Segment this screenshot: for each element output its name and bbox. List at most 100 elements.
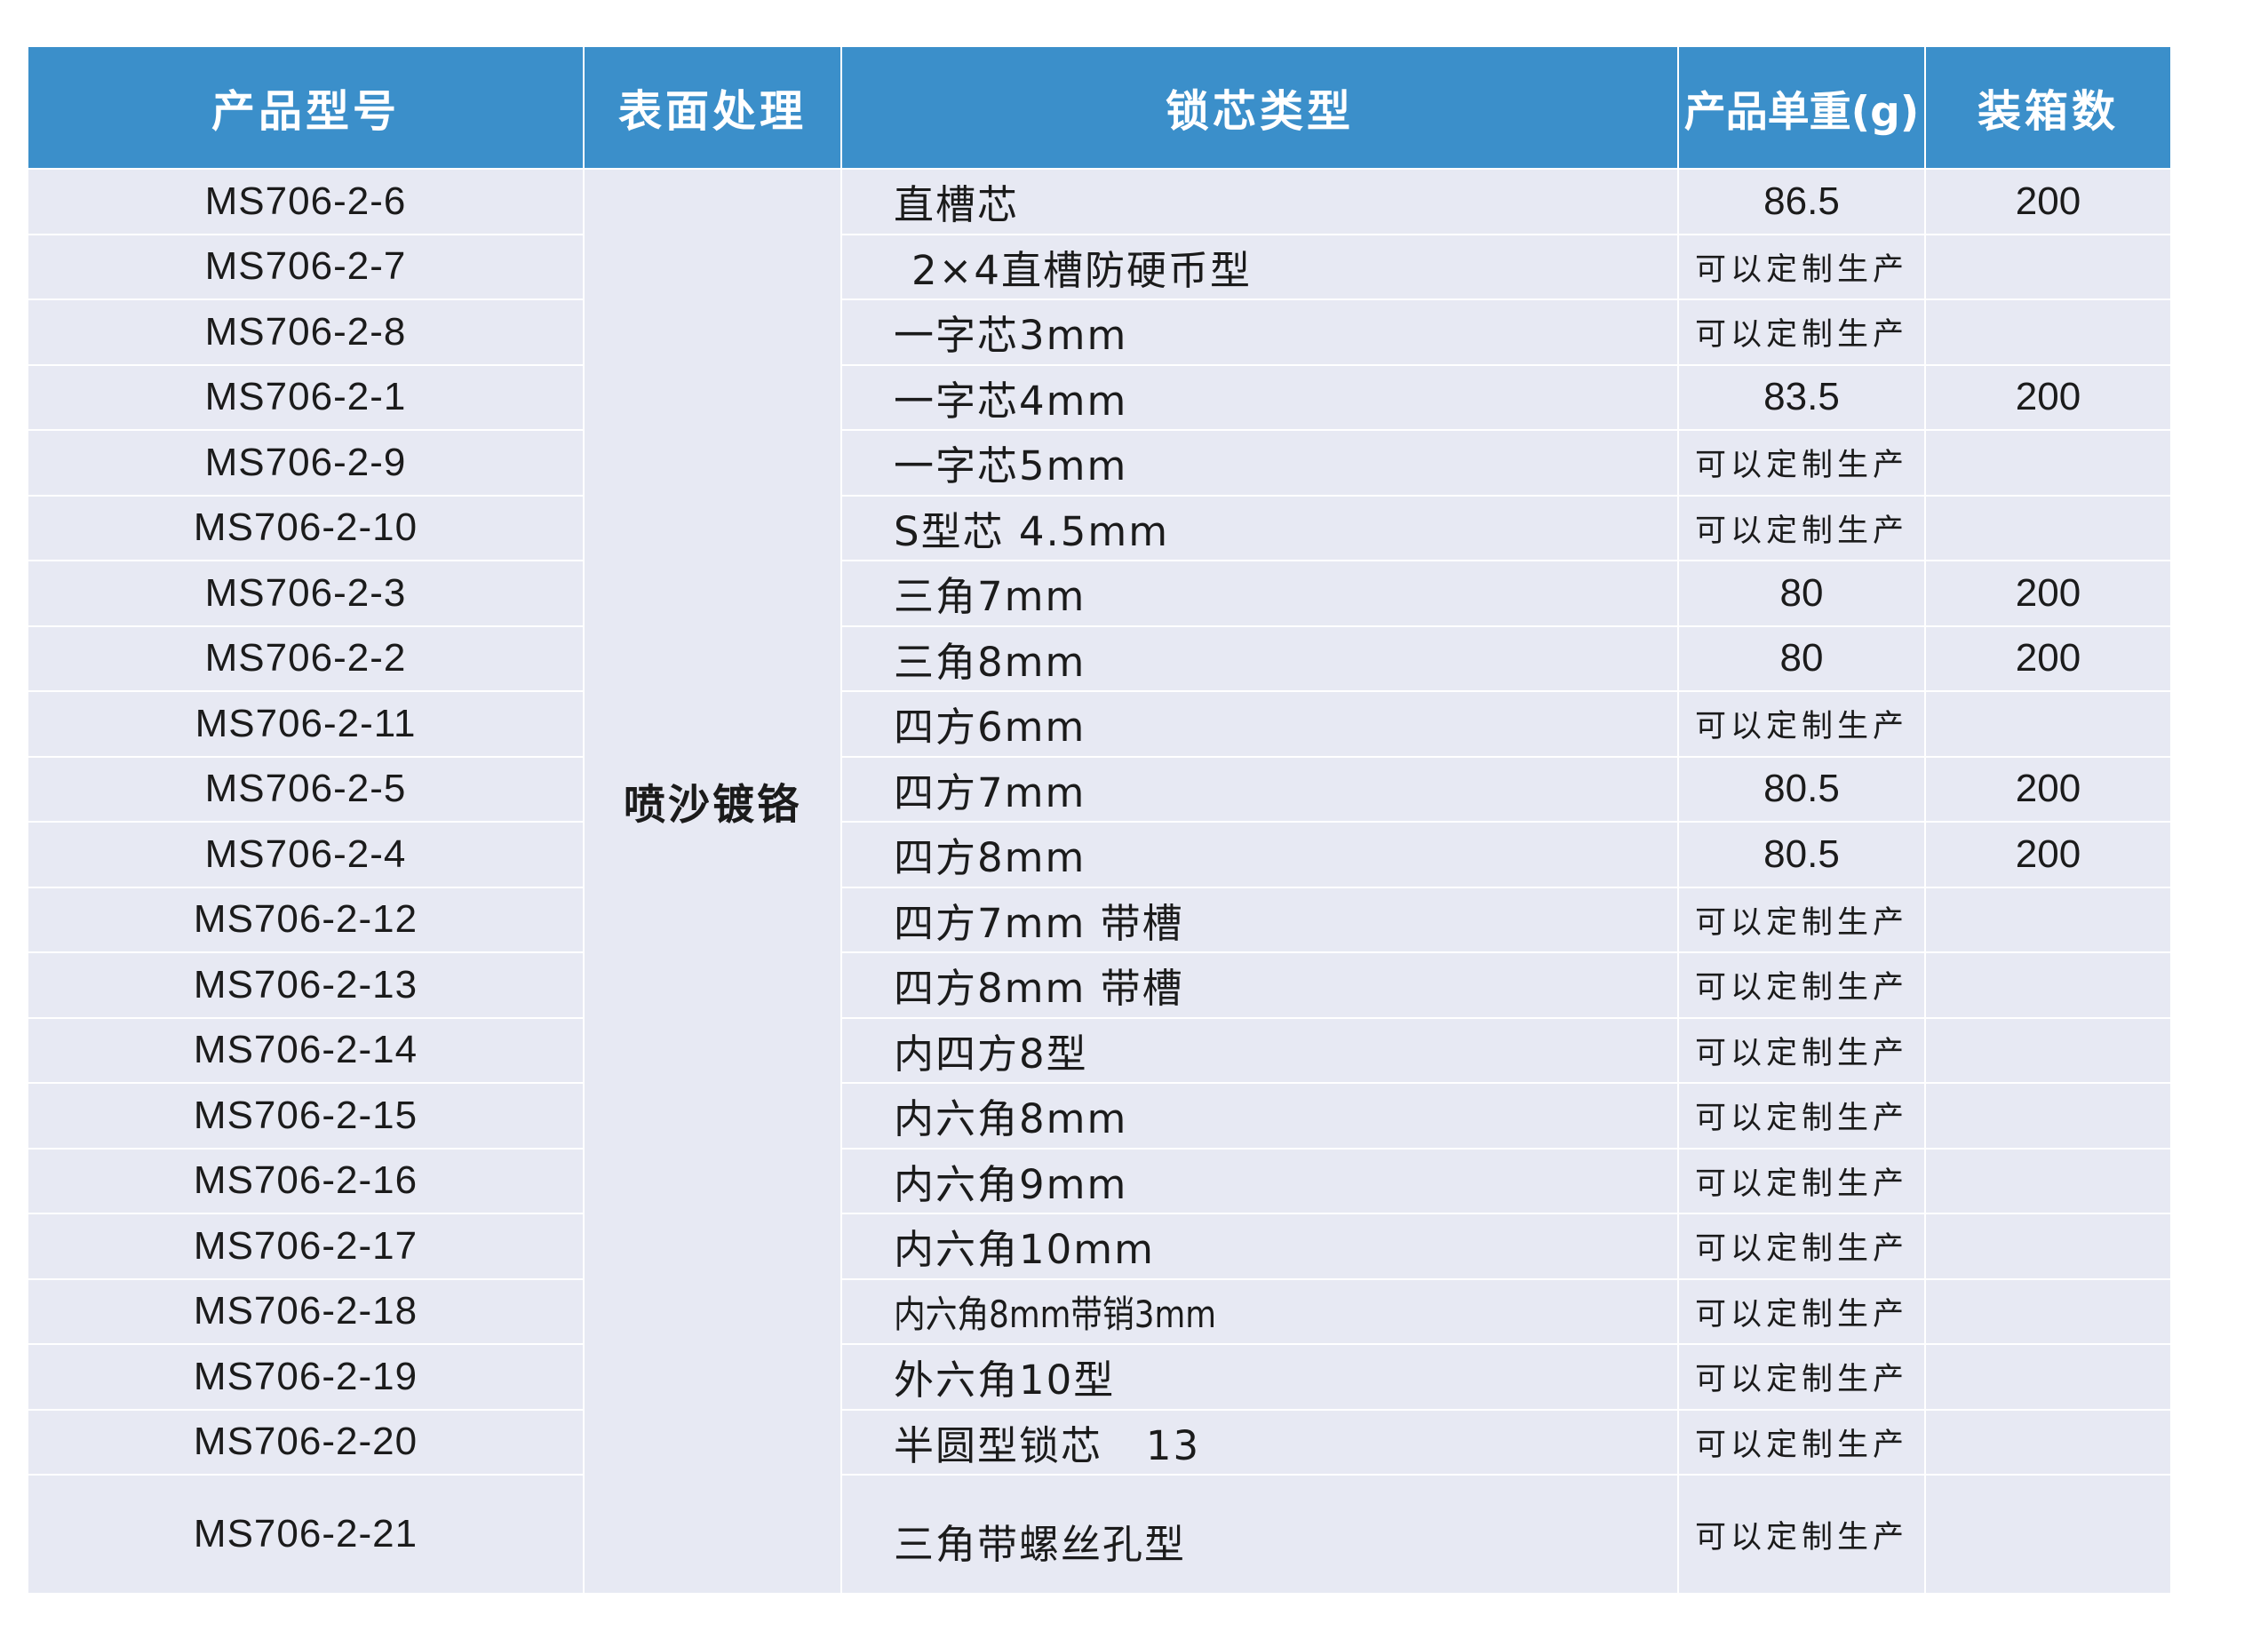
- box-quantity-cell: [1924, 233, 2172, 300]
- product-spec-table: 产品型号 表面处理 锁芯类型 产品单重(g) 装箱数 MS706-2-6 喷沙镀铬…: [27, 47, 2172, 1595]
- box-quantity-cell: 200: [1924, 363, 2172, 431]
- model-cell: MS706-2-3: [27, 560, 585, 627]
- core-type-cell: 内四方8型: [840, 1016, 1679, 1084]
- model-cell: MS706-2-9: [27, 429, 585, 497]
- core-type-label: 内六角8mm带销3mm: [894, 1292, 1217, 1336]
- unit-weight-cell: 80: [1677, 625, 1926, 692]
- custom-production-note: 可以定制生产: [1677, 1343, 1926, 1411]
- core-type-label: 三角8mm: [894, 638, 1086, 686]
- custom-production-note: 可以定制生产: [1677, 298, 1926, 366]
- box-quantity-cell: 200: [1924, 625, 2172, 692]
- model-cell: MS706-2-5: [27, 755, 585, 823]
- custom-production-note: 可以定制生产: [1677, 951, 1926, 1019]
- model-cell: MS706-2-19: [27, 1343, 585, 1411]
- box-quantity-cell: [1924, 1082, 2172, 1150]
- core-type-cell: 内六角8mm: [840, 1082, 1679, 1150]
- core-type-cell: 一字芯5mm: [840, 429, 1679, 497]
- box-quantity-cell: [1924, 1213, 2172, 1280]
- core-type-cell: 一字芯3mm: [840, 298, 1679, 366]
- core-type-cell: 三角7mm: [840, 560, 1679, 627]
- table-row: MS706-2-14 内四方8型 可以定制生产: [27, 1016, 2172, 1084]
- box-quantity-cell: [1924, 1147, 2172, 1214]
- box-quantity-cell: [1924, 494, 2172, 561]
- model-cell: MS706-2-1: [27, 363, 585, 431]
- custom-production-note: 可以定制生产: [1677, 1082, 1926, 1150]
- core-type-label: 内六角8mm: [894, 1095, 1128, 1143]
- custom-production-note: 可以定制生产: [1677, 494, 1926, 561]
- box-quantity-cell: 200: [1924, 755, 2172, 823]
- table-row: MS706-2-17 内六角10mm 可以定制生产: [27, 1213, 2172, 1280]
- core-type-cell: 四方7mm 带槽: [840, 886, 1679, 953]
- box-quantity-cell: [1924, 1474, 2172, 1595]
- box-quantity-cell: [1924, 1343, 2172, 1411]
- model-cell: MS706-2-6: [27, 168, 585, 235]
- unit-weight-cell: 83.5: [1677, 363, 1926, 431]
- core-type-label: S型芯 4.5mm: [894, 507, 1170, 555]
- custom-production-note: 可以定制生产: [1677, 1213, 1926, 1280]
- table-row: MS706-2-4 四方8mm 80.5 200: [27, 821, 2172, 888]
- model-cell: MS706-2-12: [27, 886, 585, 953]
- model-cell: MS706-2-17: [27, 1213, 585, 1280]
- core-type-cell: 一字芯4mm: [840, 363, 1679, 431]
- core-type-label: 内四方8型: [894, 1030, 1088, 1078]
- box-quantity-cell: 200: [1924, 821, 2172, 888]
- box-quantity-cell: [1924, 429, 2172, 497]
- core-type-cell: 外六角10型: [840, 1343, 1679, 1411]
- model-cell: MS706-2-16: [27, 1147, 585, 1214]
- surface-treatment-cell: 喷沙镀铬: [583, 168, 842, 1595]
- unit-weight-cell: 80: [1677, 560, 1926, 627]
- table-row: MS706-2-2 三角8mm 80 200: [27, 625, 2172, 692]
- core-type-label: 一字芯5mm: [894, 442, 1128, 490]
- custom-production-note: 可以定制生产: [1677, 690, 1926, 758]
- header-surface-treatment: 表面处理: [583, 47, 842, 170]
- box-quantity-cell: [1924, 1277, 2172, 1345]
- core-type-cell: 四方6mm: [840, 690, 1679, 758]
- custom-production-note: 可以定制生产: [1677, 1474, 1926, 1595]
- model-cell: MS706-2-21: [27, 1474, 585, 1595]
- core-type-cell: 四方8mm 带槽: [840, 951, 1679, 1019]
- core-type-cell: 三角8mm: [840, 625, 1679, 692]
- table-row: MS706-2-12 四方7mm 带槽 可以定制生产: [27, 886, 2172, 953]
- box-quantity-cell: [1924, 298, 2172, 366]
- table-row: MS706-2-13 四方8mm 带槽 可以定制生产: [27, 951, 2172, 1019]
- core-type-label: 内六角10mm: [894, 1226, 1155, 1274]
- unit-weight-cell: 86.5: [1677, 168, 1926, 235]
- core-type-cell: 内六角8mm带销3mm: [840, 1277, 1679, 1345]
- model-cell: MS706-2-8: [27, 298, 585, 366]
- model-cell: MS706-2-10: [27, 494, 585, 561]
- model-cell: MS706-2-20: [27, 1408, 585, 1476]
- core-type-label: 四方6mm: [894, 704, 1086, 752]
- core-type-label: 一字芯4mm: [894, 377, 1128, 425]
- header-model: 产品型号: [27, 47, 585, 170]
- header-unit-weight: 产品单重(g): [1677, 47, 1926, 170]
- box-quantity-cell: [1924, 1408, 2172, 1476]
- table-row: MS706-2-20 半圆型锁芯 13 可以定制生产: [27, 1408, 2172, 1476]
- core-type-label: 半圆型锁芯 13: [894, 1421, 1201, 1469]
- box-quantity-cell: [1924, 690, 2172, 758]
- model-cell: MS706-2-13: [27, 951, 585, 1019]
- custom-production-note: 可以定制生产: [1677, 1408, 1926, 1476]
- table-row: MS706-2-16 内六角9mm 可以定制生产: [27, 1147, 2172, 1214]
- table-row: MS706-2-11 四方6mm 可以定制生产: [27, 690, 2172, 758]
- table-body: MS706-2-6 喷沙镀铬 直槽芯 86.5 200 MS706-2-7 2×4直槽防硬币…: [27, 168, 2172, 1595]
- table-row: MS706-2-10 S型芯 4.5mm 可以定制生产: [27, 494, 2172, 561]
- table-row: MS706-2-19 外六角10型 可以定制生产: [27, 1343, 2172, 1411]
- box-quantity-cell: [1924, 951, 2172, 1019]
- core-type-label: 直槽芯: [894, 181, 1020, 229]
- table-header: 产品型号 表面处理 锁芯类型 产品单重(g) 装箱数: [27, 47, 2172, 170]
- core-type-label: 2×4直槽防硬币型: [911, 246, 1252, 294]
- unit-weight-cell: 80.5: [1677, 821, 1926, 888]
- model-cell: MS706-2-15: [27, 1082, 585, 1150]
- core-type-label: 四方8mm 带槽: [894, 965, 1184, 1013]
- box-quantity-cell: 200: [1924, 560, 2172, 627]
- core-type-cell: 四方8mm: [840, 821, 1679, 888]
- box-quantity-cell: 200: [1924, 168, 2172, 235]
- table-row: MS706-2-5 四方7mm 80.5 200: [27, 755, 2172, 823]
- model-cell: MS706-2-18: [27, 1277, 585, 1345]
- core-type-label: 内六角9mm: [894, 1160, 1128, 1208]
- table-row: MS706-2-3 三角7mm 80 200: [27, 560, 2172, 627]
- model-cell: MS706-2-2: [27, 625, 585, 692]
- core-type-label: 一字芯3mm: [894, 312, 1128, 360]
- table-row: MS706-2-15 内六角8mm 可以定制生产: [27, 1082, 2172, 1150]
- core-type-cell: 直槽芯: [840, 168, 1679, 235]
